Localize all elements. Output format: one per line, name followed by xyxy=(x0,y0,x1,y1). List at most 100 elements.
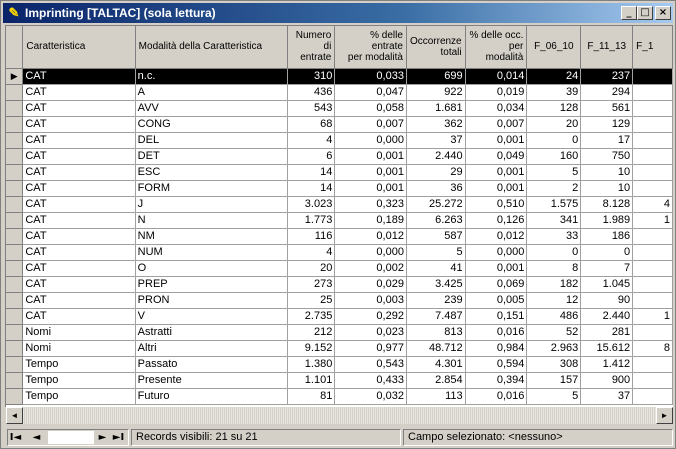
last-record-button[interactable]: ►I xyxy=(112,431,125,444)
row-selector[interactable] xyxy=(6,180,24,197)
table-cell[interactable] xyxy=(632,180,673,197)
row-selector[interactable] xyxy=(6,388,24,405)
table-row[interactable]: CAT FORM 14 0,001 36 0,001 2 10 xyxy=(6,180,673,197)
table-cell[interactable]: 281 xyxy=(580,324,634,341)
table-cell[interactable]: 0,000 xyxy=(334,244,407,261)
row-selector[interactable] xyxy=(6,228,24,245)
table-cell[interactable]: 0,033 xyxy=(334,68,407,85)
table-cell[interactable] xyxy=(632,292,673,309)
table-cell[interactable]: Presente xyxy=(135,372,289,389)
row-selector[interactable] xyxy=(6,100,24,117)
table-cell[interactable]: 160 xyxy=(526,148,582,165)
table-cell[interactable] xyxy=(632,276,673,293)
table-cell[interactable]: 20 xyxy=(287,260,336,277)
table-cell[interactable] xyxy=(632,116,673,133)
table-cell[interactable]: 0,001 xyxy=(334,180,407,197)
table-cell[interactable]: 33 xyxy=(526,228,582,245)
table-cell[interactable]: 0,069 xyxy=(465,276,528,293)
table-cell[interactable] xyxy=(632,148,673,165)
table-cell[interactable] xyxy=(632,260,673,277)
table-cell[interactable]: Nomi xyxy=(22,340,136,357)
table-cell[interactable]: 0,433 xyxy=(334,372,407,389)
table-cell[interactable] xyxy=(632,372,673,389)
table-cell[interactable]: 6 xyxy=(287,148,336,165)
table-cell[interactable]: 0,012 xyxy=(465,228,528,245)
table-cell[interactable]: CAT xyxy=(22,180,136,197)
table-cell[interactable]: 0 xyxy=(580,244,634,261)
table-cell[interactable]: 157 xyxy=(526,372,582,389)
table-cell[interactable]: 1.575 xyxy=(526,196,582,213)
row-selector[interactable] xyxy=(6,340,24,357)
table-cell[interactable]: 48.712 xyxy=(406,340,466,357)
table-cell[interactable]: Altri xyxy=(135,340,289,357)
table-cell[interactable]: 750 xyxy=(580,148,634,165)
table-cell[interactable]: 25 xyxy=(287,292,336,309)
table-row[interactable]: CAT N 1.773 0,189 6.263 0,126 341 1.989 1 xyxy=(6,212,673,229)
table-cell[interactable]: 1.380 xyxy=(287,356,336,373)
table-cell[interactable]: 1.681 xyxy=(406,100,466,117)
table-cell[interactable]: 0 xyxy=(526,132,582,149)
table-cell[interactable]: 10 xyxy=(580,180,634,197)
table-cell[interactable]: 41 xyxy=(406,260,466,277)
table-cell[interactable]: 14 xyxy=(287,180,336,197)
row-selector[interactable] xyxy=(6,116,24,133)
row-selector[interactable] xyxy=(6,148,24,165)
table-cell[interactable] xyxy=(632,84,673,101)
table-cell[interactable]: 1.773 xyxy=(287,212,336,229)
table-cell[interactable]: 24 xyxy=(526,68,582,85)
table-row[interactable]: CAT PRON 25 0,003 239 0,005 12 90 xyxy=(6,292,673,309)
table-cell[interactable]: 0,023 xyxy=(334,324,407,341)
table-cell[interactable]: 2.440 xyxy=(406,148,466,165)
table-cell[interactable]: 116 xyxy=(287,228,336,245)
table-cell[interactable]: 0,029 xyxy=(334,276,407,293)
table-cell[interactable]: 0 xyxy=(526,244,582,261)
table-cell[interactable]: CAT xyxy=(22,212,136,229)
column-header[interactable]: Numero di entrate xyxy=(287,26,336,69)
table-cell[interactable]: 0,034 xyxy=(465,100,528,117)
table-row[interactable]: CAT O 20 0,002 41 0,001 8 7 xyxy=(6,260,673,277)
table-cell[interactable]: 4 xyxy=(632,196,673,213)
record-position-field[interactable] xyxy=(48,431,94,444)
table-cell[interactable] xyxy=(632,244,673,261)
table-cell[interactable]: 0,001 xyxy=(334,148,407,165)
table-cell[interactable]: 2.735 xyxy=(287,308,336,325)
table-row[interactable]: CAT DEL 4 0,000 37 0,001 0 17 xyxy=(6,132,673,149)
table-cell[interactable]: PRON xyxy=(135,292,289,309)
table-cell[interactable]: CAT xyxy=(22,148,136,165)
table-cell[interactable]: 2.963 xyxy=(526,340,582,357)
row-selector[interactable] xyxy=(6,132,24,149)
table-cell[interactable]: O xyxy=(135,260,289,277)
table-cell[interactable]: 0,323 xyxy=(334,196,407,213)
table-cell[interactable]: 4 xyxy=(287,244,336,261)
table-cell[interactable]: 0,002 xyxy=(334,260,407,277)
table-cell[interactable]: CAT xyxy=(22,276,136,293)
table-cell[interactable]: 5 xyxy=(526,388,582,405)
table-cell[interactable]: 0,001 xyxy=(465,260,528,277)
table-cell[interactable]: 52 xyxy=(526,324,582,341)
table-row[interactable]: Tempo Futuro 81 0,032 113 0,016 5 37 xyxy=(6,388,673,405)
table-cell[interactable]: 0,014 xyxy=(465,68,528,85)
table-row[interactable]: CAT V 2.735 0,292 7.487 0,151 486 2.440 1 xyxy=(6,308,673,325)
table-cell[interactable]: 90 xyxy=(580,292,634,309)
table-cell[interactable]: CONG xyxy=(135,116,289,133)
table-cell[interactable]: DEL xyxy=(135,132,289,149)
table-cell[interactable]: 7.487 xyxy=(406,308,466,325)
table-cell[interactable]: 0,032 xyxy=(334,388,407,405)
table-cell[interactable]: 6.263 xyxy=(406,212,466,229)
table-cell[interactable]: 0,126 xyxy=(465,212,528,229)
next-record-button[interactable]: ► xyxy=(96,431,109,444)
table-cell[interactable]: 1.989 xyxy=(580,212,634,229)
table-cell[interactable]: 0,001 xyxy=(465,132,528,149)
table-cell[interactable]: 39 xyxy=(526,84,582,101)
column-header[interactable]: F_11_13 xyxy=(580,26,634,69)
table-cell[interactable]: 436 xyxy=(287,84,336,101)
table-row[interactable]: Nomi Altri 9.152 0,977 48.712 0,984 2.963 15.61… xyxy=(6,340,673,357)
table-cell[interactable]: J xyxy=(135,196,289,213)
table-row[interactable]: CAT ESC 14 0,001 29 0,001 5 10 xyxy=(6,164,673,181)
table-row[interactable]: ▶ CAT n.c. 310 0,033 699 0,014 24 237 xyxy=(6,68,673,85)
table-cell[interactable]: 10 xyxy=(580,164,634,181)
row-selector[interactable] xyxy=(6,260,24,277)
table-cell[interactable]: 2 xyxy=(526,180,582,197)
table-cell[interactable]: Tempo xyxy=(22,388,136,405)
table-cell[interactable]: DET xyxy=(135,148,289,165)
